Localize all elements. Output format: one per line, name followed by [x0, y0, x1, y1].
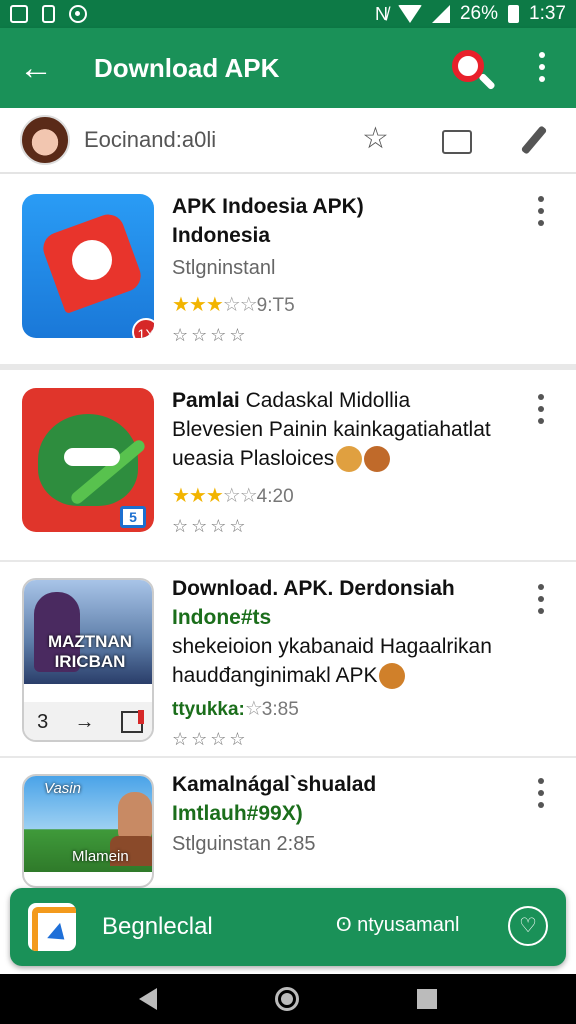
item-line-2: Blevesien Painin kainkagatiahatlat	[172, 418, 491, 441]
item-line-4-text: haudđanginimakl APK	[172, 664, 378, 687]
wifi-icon	[397, 5, 422, 23]
gray-stars: ☆☆☆☆	[172, 729, 249, 749]
brush-icon[interactable]	[520, 125, 548, 155]
app-bar: ← Download APK	[0, 28, 576, 108]
star-icon[interactable]: ☆	[362, 124, 389, 154]
item-rating: ★★★☆☆4:20	[172, 481, 526, 512]
rating-stars: ★★★	[172, 294, 224, 316]
rating-stars-empty: ☆☆	[222, 294, 258, 316]
banner-label[interactable]: Begnleclal	[102, 913, 213, 941]
item-line-3: ueasia Plasloices	[172, 444, 526, 473]
item-text: APK Indoesia APK) Indonesia Stlgninstanl…	[172, 192, 526, 349]
navigation-bar	[0, 974, 576, 1024]
item-green-line: Indone#ts	[172, 606, 272, 629]
thumb-face	[118, 792, 152, 842]
list-item[interactable]: Vasin Mlamein Kamalnágal`shualad Imtlauh…	[0, 758, 576, 888]
item-line-3: shekeioion ykabanaid Hagaalrikan	[172, 635, 492, 658]
item-title: Kamalnágal`shualad	[172, 773, 377, 796]
gray-stars: ☆☆☆☆	[172, 325, 249, 345]
status-bar: N̸ 26% 1:37	[0, 0, 576, 28]
rating-value: 3:85	[261, 699, 299, 720]
profile-name: Eocinand:a0li	[84, 127, 217, 152]
item-text: Download. APK. Derdonsiah Indone#ts shek…	[172, 574, 526, 753]
item-title: APK Indoesia APK)	[172, 195, 364, 218]
phone-notification-icon	[42, 5, 55, 23]
item-subtitle: Stlgninstanl	[172, 257, 276, 279]
item-line-4: haudđanginimakl APK	[172, 661, 526, 690]
emoji-icon	[379, 663, 406, 690]
item-rating: ttyukka:☆3:85	[172, 694, 526, 725]
no-sim-icon: N̸	[374, 4, 388, 24]
control-count[interactable]: 3	[37, 711, 48, 734]
gallery-notification-icon	[10, 5, 28, 23]
list-item[interactable]: MAZTNAN IRICBAN 3 → Download. APK. Derdo…	[0, 562, 576, 756]
thumb-top-text: Vasin	[44, 780, 81, 797]
avatar[interactable]	[20, 115, 70, 165]
item-title: Download. APK. Derdonsiah	[172, 577, 455, 600]
control-arrow[interactable]: →	[75, 711, 95, 734]
list-item[interactable]: 5 Pamlai Cadaskal Midollia Blevesien Pai…	[0, 370, 576, 560]
item-subtitle: Stlguinstan 2:85	[172, 833, 316, 855]
control-box-icon[interactable]	[120, 710, 144, 733]
item-more-icon[interactable]	[537, 196, 545, 226]
rating-stars-empty: ☆☆	[222, 485, 258, 507]
emoji-icon	[336, 446, 363, 473]
battery-icon	[508, 5, 520, 23]
item-title-2: Indonesia	[172, 224, 271, 247]
thumb-caption-1: MAZTNAN	[47, 632, 133, 651]
nav-home-icon[interactable]	[275, 987, 299, 1011]
video-thumbnail[interactable]: Vasin Mlamein	[22, 774, 154, 888]
banner-right-text[interactable]: ʘ ntyusamanl	[336, 914, 459, 937]
rating-label: ttyukka:	[172, 699, 245, 720]
emoji-icon	[364, 446, 391, 473]
list-item[interactable]: 1X APK Indoesia APK) Indonesia Stlgninst…	[0, 176, 576, 364]
thumb-bottom-text: Mlamein	[72, 848, 129, 865]
app-thumbnail[interactable]: 1X	[22, 194, 154, 338]
item-text: Kamalnágal`shualad Imtlauh#99X) Stlguins…	[172, 770, 526, 858]
heart-icon[interactable]: ♡	[508, 906, 548, 946]
thumb-controls: 3 →	[24, 702, 152, 740]
thumb-box: 5	[120, 506, 146, 528]
signal-icon	[431, 5, 450, 23]
app-logo-icon	[28, 903, 76, 951]
item-text: Pamlai Cadaskal Midollia Blevesien Paini…	[172, 386, 526, 540]
thumb-caption: MAZTNAN IRICBAN	[24, 632, 152, 672]
item-green-line: Imtlauh#99X)	[172, 802, 303, 825]
clock: 1:37	[529, 3, 566, 24]
app-thumbnail[interactable]: 5	[22, 388, 154, 532]
rating-value: 9:T5	[256, 295, 295, 316]
rating-star-outline: ☆	[244, 698, 263, 720]
item-more-icon[interactable]	[537, 394, 545, 424]
sync-notification-icon	[69, 5, 87, 23]
item-line-3-text: ueasia Plasloices	[172, 447, 335, 470]
item-title-rest: Cadaskal Midollia	[245, 389, 411, 412]
profile-row: Eocinand:a0li ☆	[0, 108, 576, 174]
battery-percent: 26%	[459, 3, 499, 24]
pin-hole	[72, 240, 112, 280]
item-title: Pamlai Cadaskal Midollia	[172, 386, 526, 415]
more-options-icon[interactable]	[538, 52, 546, 82]
item-rating: ★★★☆☆9:T5	[172, 290, 526, 321]
rating-stars: ★★★	[172, 485, 224, 507]
item-title-bold: Pamlai	[172, 389, 240, 412]
page-title: Download APK	[94, 52, 280, 83]
comment-icon[interactable]	[442, 130, 472, 154]
video-thumbnail[interactable]: MAZTNAN IRICBAN 3 →	[22, 578, 154, 742]
search-icon[interactable]	[450, 48, 496, 94]
rating-value: 4:20	[256, 486, 294, 507]
nav-back-icon[interactable]	[139, 988, 157, 1010]
leaf-bar	[64, 448, 120, 466]
thumb-caption-2: IRICBAN	[54, 652, 126, 671]
gray-stars: ☆☆☆☆	[172, 516, 249, 536]
item-more-icon[interactable]	[537, 584, 545, 614]
status-badge: 1X	[132, 318, 154, 338]
back-arrow-icon[interactable]: ←	[0, 51, 72, 85]
item-more-icon[interactable]	[537, 778, 545, 808]
download-banner[interactable]: Begnleclal ʘ ntyusamanl ♡	[10, 888, 566, 966]
nav-recents-icon[interactable]	[417, 989, 437, 1009]
